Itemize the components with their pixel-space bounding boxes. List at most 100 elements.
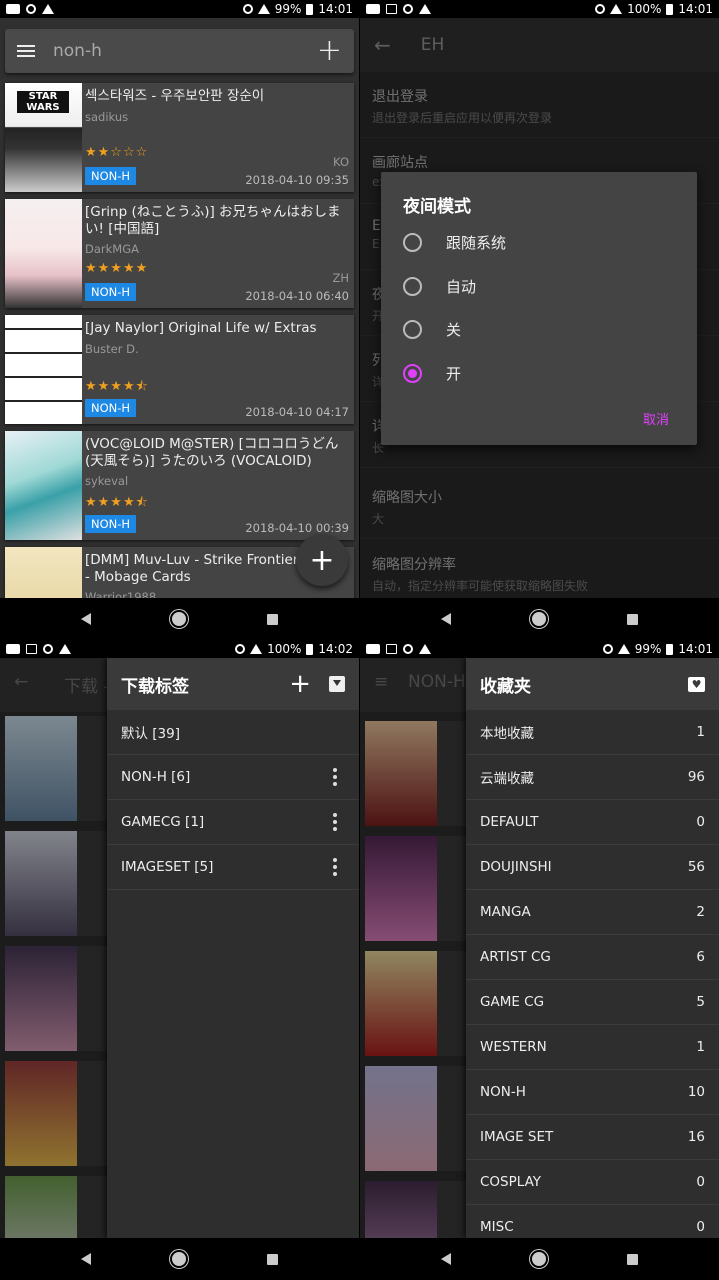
favorites-item[interactable]: 本地收藏 1	[466, 710, 719, 755]
downloads-screen: 100% 14:02 ← 下载 - 下载标签 + 默认 [39] NON-H [6…	[0, 640, 359, 1280]
recents-icon[interactable]	[627, 1253, 639, 1265]
home-icon[interactable]	[531, 612, 546, 626]
radio-option[interactable]: 开	[403, 358, 461, 388]
battery-level: 100%	[267, 642, 302, 656]
clock: 14:01	[318, 2, 353, 16]
drawer-header: 收藏夹 ♥	[466, 658, 719, 710]
favorites-item[interactable]: WESTERN 1	[466, 1025, 719, 1070]
home-icon[interactable]	[171, 1252, 186, 1266]
more-options-icon[interactable]	[333, 768, 337, 786]
search-input[interactable]: non-h	[53, 41, 317, 61]
download-label-item[interactable]: 默认 [39]	[107, 710, 359, 755]
search-bar[interactable]: non-h +	[5, 29, 354, 73]
gallery-card[interactable]: STAR WARS 섹스타워즈 - 우주보안판 장순이 sadikus ★★☆☆☆…	[5, 83, 354, 192]
radio-option[interactable]: 自动	[403, 271, 476, 301]
recents-icon[interactable]	[627, 613, 639, 625]
radio-label: 关	[446, 320, 462, 339]
back-icon[interactable]	[440, 1253, 451, 1265]
favorites-name: MISC	[480, 1219, 514, 1235]
gallery-card[interactable]: (VOC@LOID M@STER) [コロコロうどん (天風そら)] うたのいろ…	[5, 431, 354, 540]
radio-button-selected[interactable]	[403, 363, 422, 383]
radio-option[interactable]: 关	[403, 314, 461, 344]
favorites-screen: 99% 14:01 ≡ NON-H 收藏夹 ♥ 本地收藏 1 云端收藏 96 DEFA…	[360, 640, 719, 1280]
category-badge: NON-H	[85, 283, 137, 301]
telegram-icon	[59, 644, 71, 654]
recents-icon[interactable]	[267, 613, 279, 625]
clock: 14:02	[318, 642, 353, 656]
back-icon[interactable]	[440, 613, 451, 625]
favorites-item[interactable]: IMAGE SET 16	[466, 1115, 719, 1160]
back-icon[interactable]	[80, 613, 91, 625]
rating-stars: ★★★★⯪	[85, 379, 149, 394]
dialog-title: 夜间模式	[403, 197, 471, 217]
back-icon[interactable]	[80, 1253, 91, 1265]
clock: 14:01	[678, 2, 713, 16]
download-label-item[interactable]: IMAGESET [5]	[107, 845, 359, 890]
radio-label: 跟随系统	[446, 233, 507, 252]
menu-icon[interactable]	[17, 45, 35, 57]
navigation-bar	[360, 1238, 719, 1280]
rating-stars: ★★★★★	[85, 261, 149, 276]
signal-icon	[617, 644, 630, 654]
radio-button[interactable]	[403, 276, 422, 296]
settings-screen: 100% 14:01 ← EH 退出登录 退出登录后重启应用以便再次登录 画廊站点 e…	[360, 0, 719, 640]
radio-button[interactable]	[403, 232, 422, 252]
add-fab-button[interactable]: +	[296, 534, 348, 586]
home-icon[interactable]	[531, 1252, 546, 1266]
gallery-uploader: DarkMGA	[85, 242, 139, 256]
favorites-item[interactable]: NON-H 10	[466, 1070, 719, 1115]
add-label-icon[interactable]: +	[289, 671, 311, 697]
favorites-count: 0	[696, 1174, 705, 1190]
image-icon	[386, 4, 397, 14]
favorites-name: IMAGE SET	[480, 1129, 554, 1145]
favorites-drawer: 收藏夹 ♥ 本地收藏 1 云端收藏 96 DEFAULT 0 DOUJINSHI 56 …	[466, 658, 719, 1238]
status-bar: 100% 14:01	[360, 0, 719, 18]
notification-icon	[403, 644, 413, 654]
favorites-item[interactable]: COSPLAY 0	[466, 1160, 719, 1205]
cover-thumbnail	[5, 199, 82, 308]
recents-icon[interactable]	[267, 1253, 279, 1265]
language-tag: ZH	[332, 271, 349, 285]
heart-icon[interactable]: ♥	[688, 676, 705, 692]
favorites-count: 1	[696, 1039, 705, 1055]
favorites-name: NON-H	[480, 1084, 526, 1100]
hotspot-icon	[242, 4, 253, 14]
rating-stars: ★★★★⯪	[85, 495, 149, 510]
favorites-count: 16	[687, 1129, 705, 1145]
favorites-item[interactable]: MISC 0	[466, 1205, 719, 1238]
gallery-title: [Grinp (ねことうふ)] お兄ちゃんはおしまい! [中国語]	[85, 204, 341, 237]
gallery-screen: 99% 14:01 non-h + STAR WARS 섹스타워즈 - 우주보안판 …	[0, 0, 359, 640]
favorites-item[interactable]: 云端收藏 96	[466, 755, 719, 800]
more-options-icon[interactable]	[333, 858, 337, 876]
more-options-icon[interactable]	[333, 813, 337, 831]
gallery-card[interactable]: [Jay Naylor] Original Life w/ Extras Bus…	[5, 315, 354, 424]
navigation-bar	[360, 598, 719, 640]
favorites-count: 2	[696, 904, 705, 920]
favorites-count: 5	[696, 994, 705, 1010]
gallery-title: (VOC@LOID M@STER) [コロコロうどん (天風そら)] うたのいろ…	[85, 436, 339, 469]
favorites-name: ARTIST CG	[480, 949, 551, 965]
posted-date: 2018-04-10 06:40	[245, 289, 349, 303]
favorites-count: 56	[687, 859, 705, 875]
cancel-button[interactable]: 取消	[643, 409, 669, 428]
favorites-item[interactable]: GAME CG 5	[466, 980, 719, 1025]
add-icon[interactable]: +	[317, 36, 342, 66]
favorites-name: DEFAULT	[480, 814, 539, 830]
favorites-count: 96	[687, 769, 705, 785]
favorites-item[interactable]: DOUJINSHI 56	[466, 845, 719, 890]
favorites-item[interactable]: DEFAULT 0	[466, 800, 719, 845]
gallery-card[interactable]: [Grinp (ねことうふ)] お兄ちゃんはおしまい! [中国語] DarkMG…	[5, 199, 354, 308]
favorites-item[interactable]: ARTIST CG 6	[466, 935, 719, 980]
favorites-name: DOUJINSHI	[480, 859, 552, 875]
home-icon[interactable]	[171, 612, 186, 626]
download-label-item[interactable]: NON-H [6]	[107, 755, 359, 800]
clock: 14:01	[678, 642, 713, 656]
radio-option[interactable]: 跟随系统	[403, 227, 506, 257]
radio-button[interactable]	[403, 319, 422, 339]
youtube-icon	[6, 4, 20, 14]
favorites-item[interactable]: MANGA 2	[466, 890, 719, 935]
label-name: IMAGESET [5]	[121, 859, 214, 875]
download-icon[interactable]	[329, 676, 345, 692]
signal-icon	[257, 4, 270, 14]
download-label-item[interactable]: GAMECG [1]	[107, 800, 359, 845]
